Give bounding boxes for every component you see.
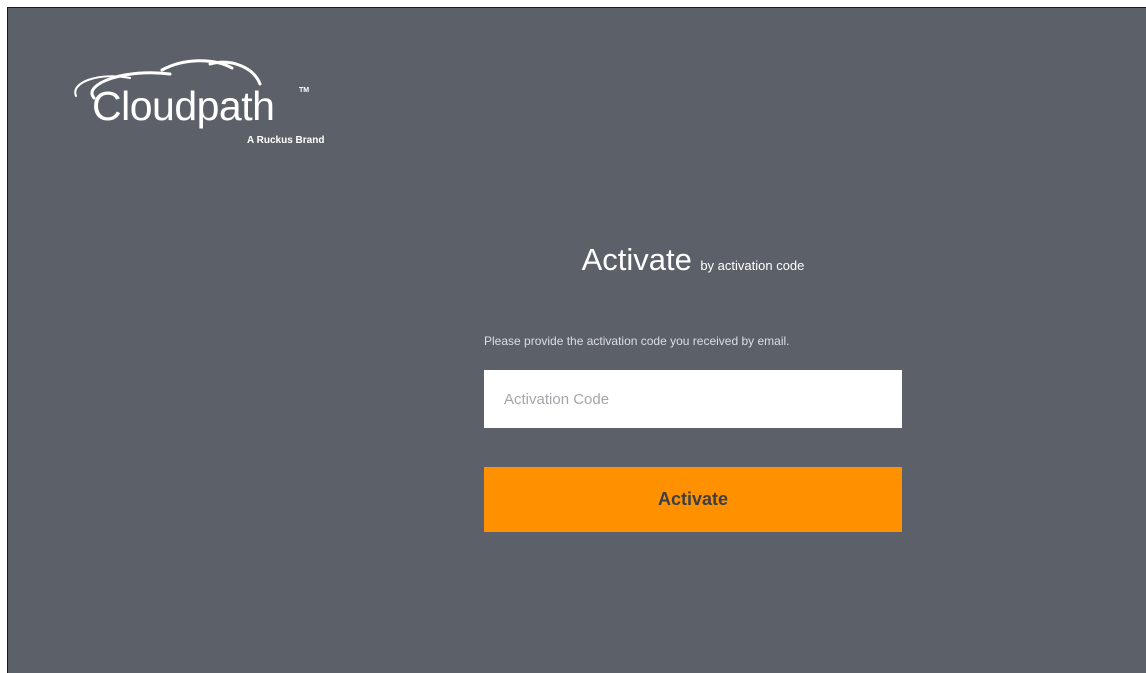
activate-button[interactable]: Activate (484, 467, 902, 532)
logo-wordmark: Cloudpath (92, 83, 275, 129)
instructions-text: Please provide the activation code you r… (484, 334, 790, 348)
activation-code-input[interactable] (484, 370, 902, 428)
cloudpath-logo: Cloudpath TM A Ruckus Brand (66, 54, 336, 154)
page-title-sub: by activation code (700, 258, 805, 273)
page-title-main: Activate (581, 242, 692, 277)
logo-tagline: A Ruckus Brand (247, 135, 325, 146)
logo-trademark: TM (299, 87, 310, 94)
page-frame: Cloudpath TM A Ruckus Brand Activate by … (7, 7, 1146, 673)
page-title: Activate by activation code (484, 242, 902, 278)
